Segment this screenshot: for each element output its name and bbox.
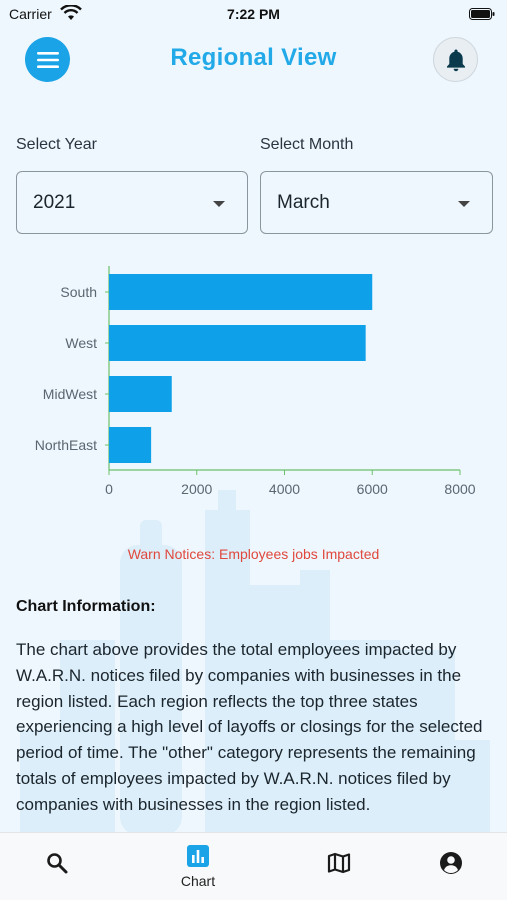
bottom-navigation: Chart [0,832,507,900]
x-tick-label: 6000 [357,481,388,497]
bell-icon [446,49,465,71]
bar-south [109,274,373,310]
y-tick-label-south: South [60,284,97,300]
nav-map[interactable] [309,833,369,900]
y-tick-label-midwest: MidWest [43,386,97,402]
dropdown-arrow-icon [458,201,470,207]
status-bar: Carrier 7:22 PM [0,0,507,28]
chart-caption: Warn Notices: Employees jobs Impacted [127,546,380,562]
y-tick-label-west: West [65,335,97,351]
x-tick-label: 2000 [181,481,212,497]
bar-west [109,325,366,361]
x-tick-label: 4000 [269,481,300,497]
month-dropdown-value: March [277,192,330,213]
y-tick-label-northeast: NorthEast [35,437,97,453]
dropdown-arrow-icon [213,201,225,207]
x-tick-label: 0 [105,481,113,497]
bar-midwest [109,376,172,412]
year-dropdown[interactable]: 2021 [16,171,248,234]
nav-chart[interactable]: Chart [168,833,228,900]
search-icon [47,853,68,874]
clock-time: 7:22 PM [227,6,280,22]
chart-info-body: The chart above provides the total emplo… [16,640,483,814]
page-title: Regional View [170,44,337,71]
bar-chart-icon [187,845,209,867]
battery-icon [469,8,495,20]
account-circle-icon [440,852,462,874]
nav-search[interactable] [27,833,87,900]
x-tick-label: 8000 [444,481,475,497]
nav-profile[interactable] [421,833,481,900]
nav-chart-label: Chart [180,873,216,889]
chart-info-heading: Chart Information: [16,598,156,615]
month-dropdown[interactable]: March [260,171,493,234]
map-icon [327,852,351,874]
month-select-label: Select Month [260,136,354,153]
year-select-label: Select Year [16,136,97,153]
regional-bar-chart: South West MidWest NorthEast 0 2000 4000 6000 80… [35,266,476,497]
year-dropdown-value: 2021 [33,192,76,213]
bar-northeast [109,427,152,463]
notifications-button[interactable] [433,37,478,82]
